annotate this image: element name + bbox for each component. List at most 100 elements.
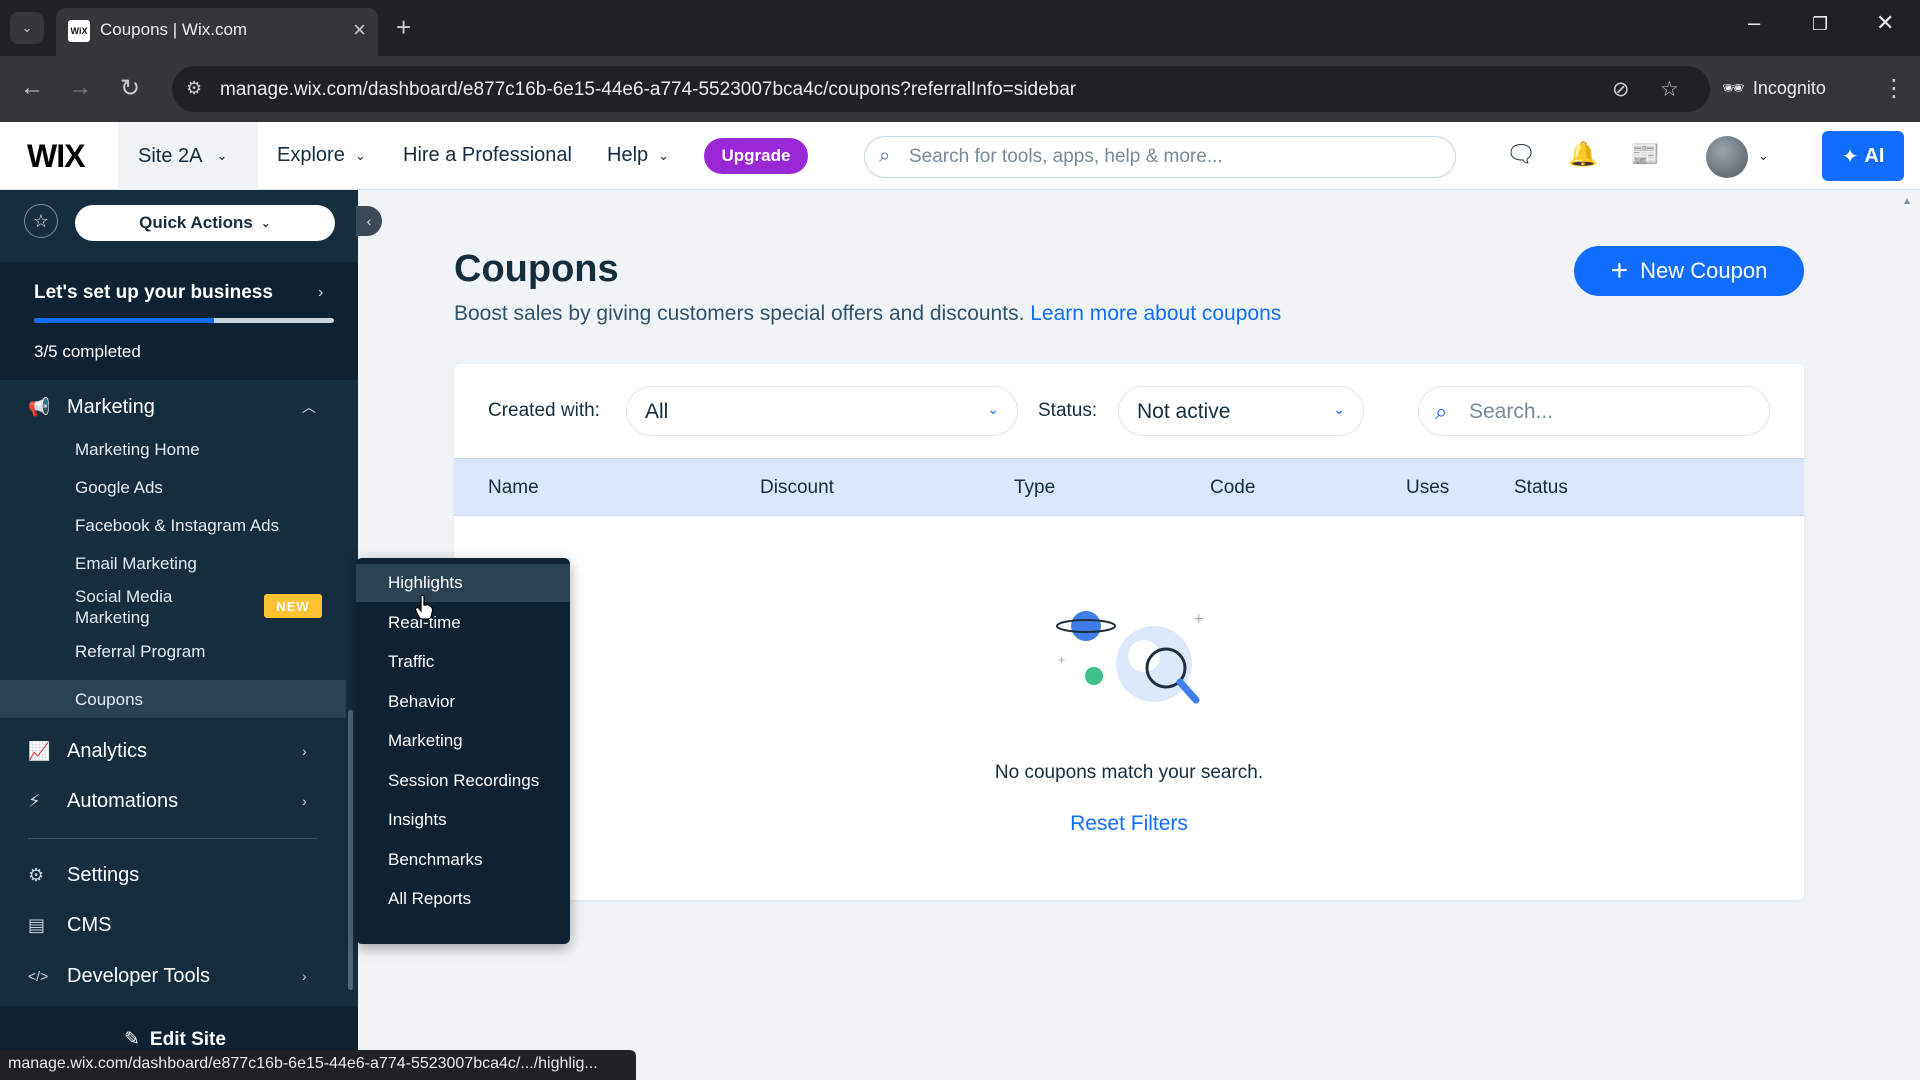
edit-site-label: Edit Site [149,1028,226,1050]
created-with-value: All [645,400,669,423]
sidebar-subitem-marketing-home[interactable]: Marketing Home [0,430,346,468]
ai-assistant-button[interactable]: ✦ AI [1822,131,1904,181]
flyout-item-traffic[interactable]: Traffic [356,643,570,681]
global-search[interactable]: ⌕ [864,136,1456,178]
chevron-right-icon: › [318,284,324,301]
svg-text:+: + [1194,611,1203,628]
wix-logo[interactable]: WIX [27,138,85,175]
sidebar-scrollbar[interactable] [348,710,353,990]
column-header-discount[interactable]: Discount [760,477,834,499]
analytics-flyout-menu: Highlights Real-time Traffic Behavior Ma… [356,558,570,944]
new-tab-button[interactable]: + [396,12,411,42]
upgrade-button[interactable]: Upgrade [704,138,808,174]
tab-title: Coupons | Wix.com [100,20,248,39]
messages-icon[interactable]: 🗨 [1506,140,1536,169]
back-button[interactable]: ← [20,74,44,102]
sidebar-item-developer-tools[interactable]: </> Developer Tools › [0,955,358,997]
flyout-item-insights[interactable]: Insights [356,801,570,839]
column-header-code[interactable]: Code [1210,477,1255,499]
svg-text:+: + [1058,653,1065,667]
column-header-uses[interactable]: Uses [1406,477,1449,499]
tab-close-icon[interactable]: × [353,17,366,43]
url-field[interactable]: ⚙ manage.wix.com/dashboard/e877c16b-6e15… [172,66,1710,112]
close-window-button[interactable]: ✕ [1876,10,1894,36]
column-header-status[interactable]: Status [1514,477,1568,499]
forward-button[interactable]: → [68,74,92,102]
column-header-name[interactable]: Name [488,477,539,499]
sidebar-item-settings[interactable]: ⚙ Settings [0,854,358,896]
new-coupon-button[interactable]: + New Coupon [1574,246,1804,296]
quick-actions-button[interactable]: Quick Actions ⌄ [75,205,335,241]
chevron-down-icon: ⌄ [216,148,228,163]
news-feed-icon[interactable]: 📰 [1630,140,1660,169]
incognito-indicator[interactable]: 🕶 Incognito [1722,66,1826,110]
browser-tab-active[interactable]: WiX Coupons | Wix.com × [56,8,378,56]
sidebar: ☆ Quick Actions ⌄ ‹ Let's set up your bu… [0,190,382,1080]
flyout-item-real-time[interactable]: Real-time [356,604,570,642]
coupons-table-card: Created with: All ⌄ Status: Not active ⌄… [454,364,1804,900]
setup-checklist[interactable]: Let's set up your business › 3/5 complet… [0,262,358,380]
sidebar-subitem-google-ads[interactable]: Google Ads [0,468,346,506]
lightning-icon: ⚡ [28,790,41,811]
explore-label: Explore [277,144,345,166]
reload-button[interactable]: ↻ [120,74,140,103]
bookmark-star-icon[interactable]: ☆ [1660,77,1679,102]
created-with-label: Created with: [488,400,600,421]
hire-professional-link[interactable]: Hire a Professional [403,144,572,167]
explore-menu[interactable]: Explore ⌄ [277,144,366,167]
page-subtitle-text: Boost sales by giving customers special … [454,302,1025,325]
chevron-down-icon[interactable]: ⌄ [1758,148,1769,164]
empty-state-illustration: + + [1056,611,1203,704]
chevron-down-icon: ⌄ [658,147,670,163]
browser-menu-icon[interactable]: ⋮ [1882,74,1906,103]
sidebar-subitem-label: Email Marketing [75,553,197,573]
global-search-input[interactable] [909,142,1439,172]
sidebar-subitem-label: Coupons [75,689,144,709]
help-menu[interactable]: Help ⌄ [607,144,669,167]
table-header: Name Discount Type Code Uses Status [454,458,1804,516]
coupon-search[interactable]: ⌕ [1418,386,1770,436]
scroll-up-arrow-icon[interactable]: ▲ [1902,196,1912,207]
sidebar-item-analytics[interactable]: 📈 Analytics › [0,730,358,772]
setup-count: 3/5 completed [34,342,141,361]
flyout-item-benchmarks[interactable]: Benchmarks [356,841,570,879]
sidebar-subitem-referral-program[interactable]: Referral Program [0,632,346,670]
status-dropdown[interactable]: Not active ⌄ [1118,386,1364,436]
sidebar-subitem-coupons[interactable]: Coupons [0,680,346,718]
wix-top-bar: WIX Site 2A ⌄ Explore ⌄ Hire a Professio… [0,122,1920,190]
sidebar-item-marketing[interactable]: 📢 Marketing ︿ [0,386,358,428]
flyout-item-session-recordings[interactable]: Session Recordings [356,762,570,800]
column-header-type[interactable]: Type [1014,477,1055,499]
collapse-sidebar-button[interactable]: ‹ [356,206,382,236]
sidebar-subitem-social-media-marketing[interactable]: Social Media Marketing NEW [0,582,346,632]
tab-search-button[interactable]: ⌄ [10,12,44,44]
minimize-button[interactable]: – [1748,10,1760,36]
sidebar-item-automations[interactable]: ⚡ Automations › [0,780,358,822]
sidebar-item-cms[interactable]: ▤ CMS [0,904,358,946]
restore-button[interactable]: ❐ [1812,14,1828,35]
site-selector[interactable]: Site 2A ⌄ [118,122,258,190]
setup-progress-bar [34,318,334,323]
site-info-icon[interactable]: ⚙ [186,78,202,99]
reset-filters-label[interactable]: Reset Filters [1070,812,1188,835]
hand-cursor-icon [414,594,434,620]
eye-off-icon[interactable]: ⊘ [1612,77,1630,102]
learn-more-link[interactable]: Learn more about coupons [1030,302,1281,325]
flyout-item-behavior[interactable]: Behavior [356,683,570,721]
sidebar-subitem-label: Google Ads [75,477,163,497]
avatar[interactable] [1706,136,1748,178]
flyout-item-marketing[interactable]: Marketing [356,722,570,760]
sidebar-subitem-email-marketing[interactable]: Email Marketing [0,544,346,582]
plus-icon: + [1610,254,1629,287]
favorites-star-icon[interactable]: ☆ [24,204,58,238]
flyout-item-all-reports[interactable]: All Reports [356,880,570,918]
sidebar-subitem-facebook-instagram-ads[interactable]: Facebook & Instagram Ads [0,506,346,544]
created-with-dropdown[interactable]: All ⌄ [626,386,1018,436]
search-icon: ⌕ [879,145,891,167]
browser-tab-strip: ⌄ WiX Coupons | Wix.com × + – ❐ ✕ [0,0,1920,56]
flyout-item-highlights[interactable]: Highlights [356,564,570,602]
sidebar-divider [28,838,318,839]
notifications-bell-icon[interactable]: 🔔 [1568,140,1598,169]
coupon-search-input[interactable] [1469,397,1749,427]
help-label: Help [607,144,649,166]
